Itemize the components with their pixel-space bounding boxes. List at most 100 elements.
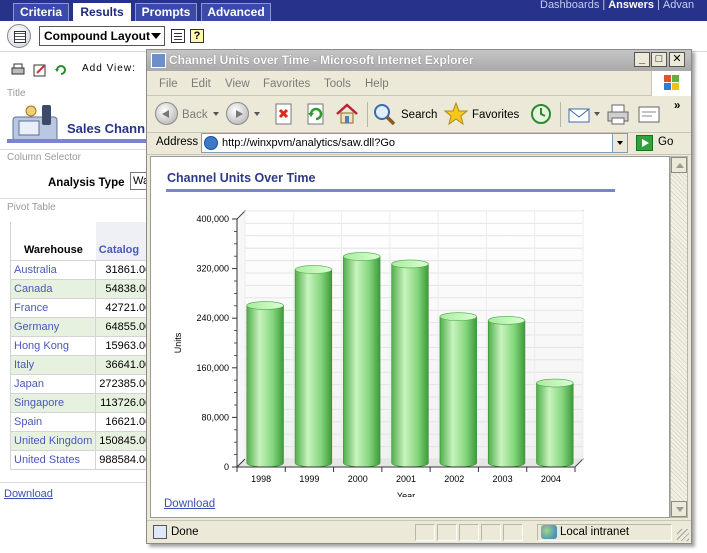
menu-favorites[interactable]: Favorites <box>263 78 310 90</box>
forward-icon[interactable] <box>226 102 249 125</box>
chevron-down-icon[interactable] <box>612 134 627 152</box>
chevron-down-icon[interactable] <box>594 112 600 116</box>
edit-icon[interactable] <box>33 63 47 77</box>
menu-tools[interactable]: Tools <box>324 78 351 90</box>
help-icon[interactable]: ? <box>190 29 204 43</box>
plot-side-wall <box>236 209 246 469</box>
warehouse-link[interactable]: Italy <box>9 355 97 375</box>
download-link[interactable]: Download <box>4 488 53 500</box>
back-label[interactable]: Back <box>182 109 208 121</box>
status-cell <box>415 524 435 541</box>
tab-prompts[interactable]: Prompts <box>135 3 197 21</box>
tab-results[interactable]: Results <box>73 3 131 21</box>
y-tick-label: 240,000 <box>196 313 229 323</box>
x-tick-label: 2003 <box>493 474 513 484</box>
toolbar-separator <box>560 102 561 127</box>
vertical-scrollbar[interactable] <box>670 156 688 518</box>
app-tab-bar: Criteria Results Prompts Advanced Dashbo… <box>0 0 707 21</box>
layout-select[interactable]: Compound Layout <box>39 26 165 46</box>
chevron-down-icon[interactable] <box>213 112 219 116</box>
table-row: Japan 272385.00 <box>9 374 155 394</box>
download-link[interactable]: Download <box>164 498 215 510</box>
scroll-up-icon[interactable] <box>671 157 687 173</box>
bar-1998 <box>246 305 284 468</box>
link-answers[interactable]: Answers <box>605 0 657 10</box>
resize-grip-icon[interactable] <box>677 529 689 541</box>
warehouse-link[interactable]: Australia <box>9 260 97 280</box>
scroll-down-icon[interactable] <box>671 501 687 517</box>
ie-titlebar[interactable]: Channel Units over Time - Microsoft Inte… <box>147 50 691 71</box>
ie-page-content: Channel Units Over Time 0 80,000 160,000… <box>150 156 670 518</box>
refresh-icon[interactable] <box>54 63 68 77</box>
divider <box>0 198 150 199</box>
page-done-icon <box>153 525 167 539</box>
local-intranet-icon <box>541 525 557 539</box>
go-arrow-icon[interactable] <box>636 135 653 151</box>
address-input[interactable]: http://winxpvm/analytics/saw.dll?Go <box>201 133 628 153</box>
x-tick-label: 2004 <box>541 474 561 484</box>
search-icon[interactable] <box>372 102 396 126</box>
warehouse-link[interactable]: United States <box>9 450 97 470</box>
bar-top-2003 <box>487 316 526 325</box>
toolbar-separator <box>367 102 368 127</box>
title-section-label: Title <box>7 88 26 99</box>
link-advanced[interactable]: Advan <box>660 0 697 10</box>
go-button[interactable]: Go <box>658 136 673 148</box>
ie-menubar: File Edit View Favorites Tools Help <box>147 71 691 96</box>
close-button[interactable]: ✕ <box>669 52 685 67</box>
minimize-button[interactable]: _ <box>634 52 650 67</box>
tab-advanced[interactable]: Advanced <box>201 3 271 21</box>
toolbar-overflow-icon[interactable]: » <box>674 100 680 112</box>
history-icon[interactable] <box>529 102 553 126</box>
table-row: Germany 64855.00 <box>9 317 155 337</box>
chart-title: Channel Units Over Time <box>167 171 316 185</box>
warehouse-link[interactable]: Germany <box>9 317 97 337</box>
warehouse-link[interactable]: Spain <box>9 412 97 432</box>
bar-2000 <box>343 256 381 468</box>
address-url[interactable]: http://winxpvm/analytics/saw.dll?Go <box>222 137 395 149</box>
tab-criteria[interactable]: Criteria <box>13 3 69 21</box>
print-icon[interactable] <box>11 63 25 77</box>
warehouse-link[interactable]: Japan <box>9 374 97 394</box>
maximize-button[interactable]: □ <box>651 52 667 67</box>
chevron-down-icon[interactable] <box>254 112 260 116</box>
top-links: Dashboards | Answers | Advan <box>537 0 707 10</box>
edit-icon[interactable] <box>637 102 661 126</box>
link-dashboards[interactable]: Dashboards <box>537 0 602 10</box>
search-label[interactable]: Search <box>401 109 437 121</box>
favorites-star-icon[interactable] <box>444 102 468 126</box>
ie-window-title: Channel Units over Time - Microsoft Inte… <box>169 53 474 67</box>
refresh-icon[interactable] <box>304 102 328 126</box>
sales-phone-image <box>12 105 58 142</box>
compound-layout-icon[interactable] <box>7 24 31 48</box>
mail-icon[interactable] <box>567 102 591 126</box>
stop-icon[interactable] <box>272 102 296 126</box>
view-properties-icon[interactable] <box>171 29 185 43</box>
channel-units-chart: 0 80,000 160,000 240,000 320,000 400,000 1998 1… <box>173 209 585 497</box>
table-row: Canada 54838.00 <box>9 279 155 299</box>
table-row: United States 988584.00 <box>9 450 155 470</box>
y-tick-label: 400,000 <box>196 214 229 224</box>
print-icon[interactable] <box>606 102 630 126</box>
home-icon[interactable] <box>335 102 359 126</box>
x-tick-label: 2001 <box>396 474 416 484</box>
menu-edit[interactable]: Edit <box>191 78 211 90</box>
warehouse-link[interactable]: France <box>9 298 97 318</box>
favorites-label[interactable]: Favorites <box>472 109 519 121</box>
warehouse-link[interactable]: Singapore <box>9 393 97 413</box>
menu-help[interactable]: Help <box>365 78 389 90</box>
bar-2001 <box>391 263 429 468</box>
back-icon[interactable] <box>155 102 178 125</box>
table-row: United Kingdom 150845.00 <box>9 431 155 451</box>
add-view-label: Add View: <box>82 63 136 74</box>
menu-file[interactable]: File <box>159 78 178 90</box>
warehouse-link[interactable]: Hong Kong <box>9 336 97 356</box>
menu-view[interactable]: View <box>225 78 250 90</box>
warehouse-link[interactable]: United Kingdom <box>9 431 97 451</box>
warehouse-link[interactable]: Canada <box>9 279 97 299</box>
table-row: France 42721.00 <box>9 298 155 318</box>
ie-status-bar: Done Local intranet <box>147 520 691 543</box>
bar-top-2002 <box>439 312 477 321</box>
x-tick-label: 1998 <box>251 474 271 484</box>
divider <box>0 149 150 150</box>
